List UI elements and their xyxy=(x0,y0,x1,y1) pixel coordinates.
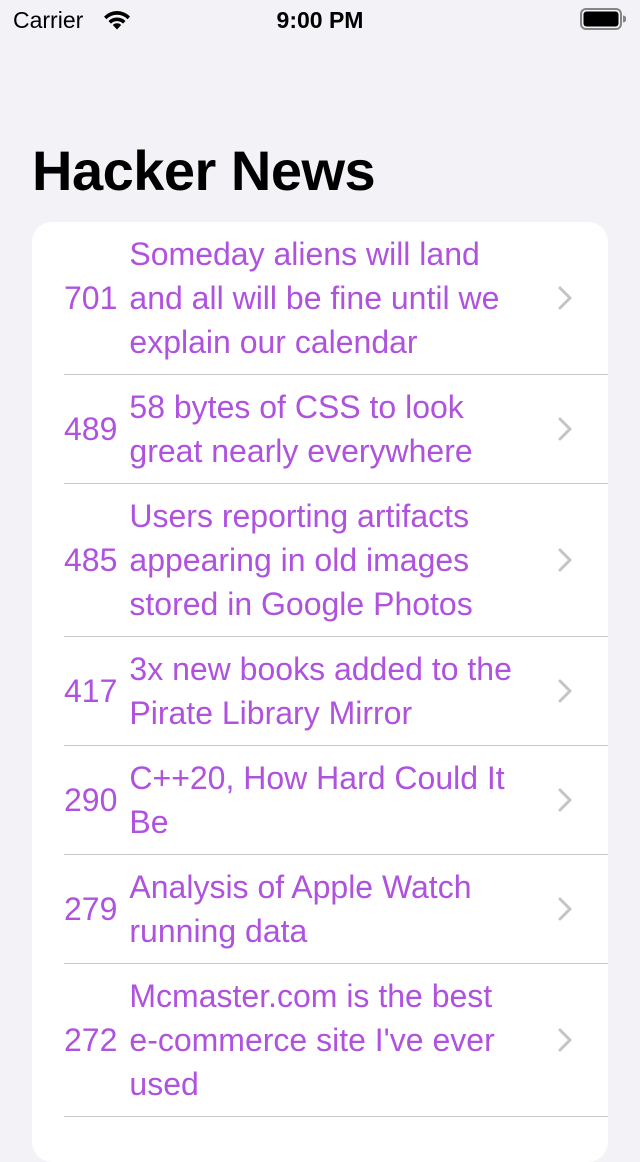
chevron-right-icon xyxy=(558,548,572,572)
story-row[interactable]: 485 Users reporting artifacts appearing … xyxy=(64,484,608,637)
battery-icon xyxy=(580,8,626,30)
chevron-right-icon xyxy=(558,897,572,921)
page-title: Hacker News xyxy=(32,139,376,202)
story-score: 489 xyxy=(64,411,118,447)
story-score: 417 xyxy=(64,673,118,709)
story-title: Analysis of Apple Watch running data xyxy=(129,869,472,949)
status-time: 9:00 PM xyxy=(276,7,364,33)
story-score: 485 xyxy=(64,542,118,578)
story-score: 279 xyxy=(64,891,118,927)
story-title: 3x new books added to the Pirate Library… xyxy=(129,651,512,731)
chevron-right-icon xyxy=(558,417,572,441)
story-row[interactable]: 417 3x new books added to the Pirate Lib… xyxy=(64,637,608,746)
story-row[interactable]: 290 C++20, How Hard Could It Be xyxy=(64,746,608,855)
chevron-right-icon xyxy=(558,1028,572,1052)
chevron-right-icon xyxy=(558,679,572,703)
story-row[interactable]: 279 Analysis of Apple Watch running data xyxy=(64,855,608,964)
chevron-right-icon xyxy=(558,286,572,310)
story-title: 58 bytes of CSS to look great nearly eve… xyxy=(129,389,473,469)
story-title: C++20, How Hard Could It Be xyxy=(129,760,505,840)
story-score: 701 xyxy=(64,280,118,316)
story-row[interactable]: 489 58 bytes of CSS to look great nearly… xyxy=(64,375,608,484)
story-title: Mcmaster.com is the best e-commerce site… xyxy=(129,978,495,1102)
story-title: Someday aliens will land and all will be… xyxy=(129,236,500,360)
status-bar: Carrier 9:00 PM xyxy=(0,0,640,40)
story-row[interactable]: 272 Mcmaster.com is the best e-commerce … xyxy=(64,964,608,1117)
story-score: 290 xyxy=(64,782,118,818)
chevron-right-icon xyxy=(558,788,572,812)
story-list: 701 Someday aliens will land and all wil… xyxy=(32,222,608,1162)
story-row[interactable]: 701 Someday aliens will land and all wil… xyxy=(64,222,608,375)
story-score: 272 xyxy=(64,1022,118,1058)
story-title: Users reporting artifacts appearing in o… xyxy=(129,498,473,622)
